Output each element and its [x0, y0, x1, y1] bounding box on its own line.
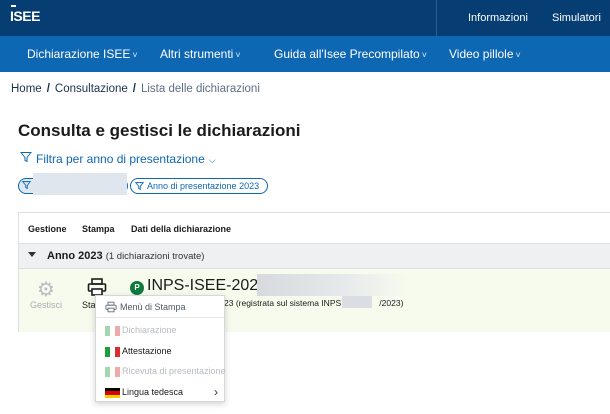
- isee-logo[interactable]: ISEE: [10, 5, 40, 24]
- menu-item-dichiarazione[interactable]: Dichiarazione: [96, 320, 224, 340]
- nav-guida-isee-precompilato[interactable]: Guida all'Isee Precompilato ˅: [274, 47, 427, 61]
- main-nav: Dichiarazione ISEE ˅ Altri strumenti ˅ Gui…: [0, 36, 610, 72]
- nav-label: Dichiarazione ISEE: [27, 47, 131, 61]
- nav-video-pillole[interactable]: Video pillole ˅: [449, 47, 521, 61]
- menu-item-label: Attestazione: [122, 346, 172, 356]
- filter-toggle[interactable]: Filtra per anno di presentazione ⌵: [20, 151, 216, 166]
- breadcrumb-separator: /: [132, 83, 136, 95]
- group-row-2023[interactable]: Anno 2023 (1 dichiarazioni trovate): [19, 244, 610, 269]
- filter-chip-redacted[interactable]: [18, 173, 128, 195]
- germany-flag-icon: [105, 388, 120, 398]
- registration-info: 23 (registrata sul sistema INPS il/2023): [224, 298, 403, 308]
- menu-item-ricevuta[interactable]: Ricevuta di presentazione: [96, 361, 226, 381]
- informazioni-link[interactable]: Informazioni: [468, 12, 528, 24]
- nav-label: Video pillole: [449, 47, 514, 61]
- chevron-down-icon: ⌵: [208, 155, 216, 165]
- print-menu-header: Menù di Stampa: [96, 296, 224, 318]
- header-gestione: Gestione: [28, 224, 67, 234]
- protocol-number[interactable]: INPS-ISEE-2023: [147, 277, 267, 295]
- breadcrumb-separator: /: [46, 83, 50, 95]
- nav-label: Altri strumenti: [160, 47, 234, 61]
- group-count: (1 dichiarazioni trovate): [105, 251, 205, 262]
- nav-label: Guida all'Isee Precompilato: [274, 47, 420, 61]
- header-dati: Dati della dichiarazione: [131, 224, 232, 234]
- chevron-down-icon: ˅: [515, 50, 521, 60]
- group-title: Anno 2023: [47, 250, 103, 262]
- simulatori-link[interactable]: Simulatori: [552, 12, 601, 24]
- printer-icon: [105, 301, 117, 313]
- menu-item-label: Ricevuta di presentazione: [122, 366, 226, 376]
- precompiled-badge: P: [130, 281, 144, 295]
- filter-toggle-label: Filtra per anno di presentazione: [36, 152, 205, 166]
- chevron-down-icon: ˅: [132, 50, 138, 60]
- menu-item-attestazione[interactable]: Attestazione: [96, 341, 224, 361]
- italy-flag-icon: [105, 326, 120, 336]
- filter-chip-year[interactable]: Anno di presentazione 2023: [130, 178, 269, 194]
- italy-flag-icon: [105, 347, 120, 357]
- stampa-label[interactable]: Sta: [82, 300, 96, 310]
- chevron-right-icon: ›: [214, 385, 218, 399]
- print-menu: Menù di Stampa Dichiarazione Attestazion…: [95, 295, 226, 402]
- chevron-down-icon: ˅: [421, 50, 427, 60]
- redacted-area: [257, 274, 407, 296]
- registration-prefix: 23 (registrata sul sistema INPS il: [224, 298, 348, 308]
- registration-suffix: /2023): [379, 298, 404, 308]
- group-label: Anno 2023 (1 dichiarazioni trovate): [47, 250, 204, 262]
- menu-item-label: Dichiarazione: [122, 325, 177, 335]
- breadcrumb-consultazione[interactable]: Consultazione: [55, 83, 128, 95]
- breadcrumb-current: Lista delle dichiarazioni: [140, 83, 260, 95]
- filter-chip-label: Anno di presentazione 2023: [147, 181, 260, 191]
- filter-icon: [135, 182, 144, 191]
- italy-flag-icon: [105, 367, 120, 377]
- table-header: Gestione Stampa Dati della dichiarazione: [19, 213, 610, 244]
- top-bar-divider: [436, 0, 437, 36]
- redacted-area: [342, 296, 372, 308]
- nav-altri-strumenti[interactable]: Altri strumenti ˅: [160, 47, 241, 61]
- menu-item-lingua-tedesca[interactable]: Lingua tedesca ›: [96, 382, 224, 402]
- redacted-area: [33, 173, 127, 195]
- gestisci-label[interactable]: Gestisci: [30, 300, 62, 310]
- filter-icon: [20, 152, 32, 163]
- filter-icon: [22, 181, 31, 190]
- nav-dichiarazione-isee[interactable]: Dichiarazione ISEE ˅: [27, 47, 138, 61]
- caret-down-icon[interactable]: [28, 252, 36, 257]
- print-menu-title: Menù di Stampa: [120, 302, 186, 312]
- logo-text: ISEE: [10, 8, 40, 24]
- menu-item-label: Lingua tedesca: [122, 387, 184, 397]
- breadcrumb: Home / Consultazione / Lista delle dichiaraz…: [11, 83, 260, 95]
- top-bar: ISEE Informazioni Simulatori: [0, 0, 610, 36]
- header-stampa: Stampa: [82, 224, 115, 234]
- breadcrumb-home[interactable]: Home: [11, 83, 42, 95]
- page-title: Consulta e gestisci le dichiarazioni: [18, 121, 301, 140]
- printer-icon[interactable]: [87, 278, 107, 296]
- chevron-down-icon: ˅: [235, 50, 241, 60]
